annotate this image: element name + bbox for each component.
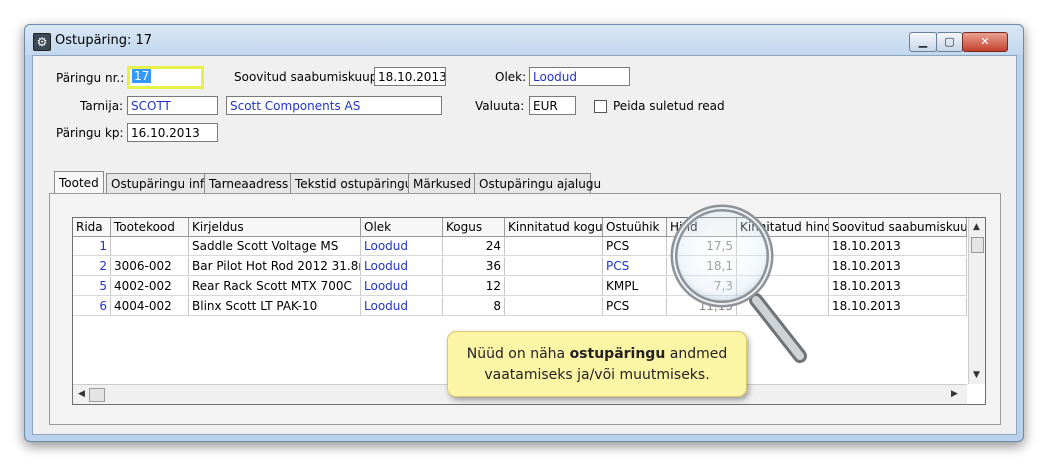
scroll-up-icon[interactable]: ▲ xyxy=(973,222,980,232)
minimize-button[interactable]: ▁ xyxy=(909,32,937,52)
hide-closed-label: Peida suletud read xyxy=(613,99,725,113)
cell-arrival-date[interactable]: 18.10.2013 xyxy=(829,277,967,296)
cell-confirmed-qty[interactable] xyxy=(505,237,603,256)
supplier-label: Tarnija: xyxy=(80,99,124,113)
agreed-arrival-field[interactable]: 18.10.2013 xyxy=(374,67,446,86)
cell-row-no[interactable]: 6 xyxy=(73,297,111,316)
cell-row-no[interactable]: 2 xyxy=(73,257,111,276)
currency-label: Valuuta: xyxy=(475,99,525,113)
maximize-button[interactable]: ▢ xyxy=(936,32,963,52)
supplier-code-field[interactable]: SCOTT xyxy=(127,96,218,115)
callout-text-bold: ostupäringu xyxy=(569,346,666,362)
hint-callout: Nüüd on näha ostupäringu andmed vaatamis… xyxy=(447,331,747,397)
vertical-scrollbar[interactable]: ▲ ▼ xyxy=(968,218,985,384)
cell-confirmed-qty[interactable] xyxy=(505,297,603,316)
cell-price[interactable]: 7,3 xyxy=(667,277,737,296)
col-header-confirmed-qty[interactable]: Kinnitatud kogus xyxy=(505,218,603,237)
tab-delivery-address[interactable]: Tarneaadress xyxy=(204,173,292,194)
cell-confirmed-price[interactable] xyxy=(737,237,829,256)
cell-unit[interactable]: KMPL xyxy=(603,277,667,296)
cell-confirmed-price[interactable] xyxy=(737,277,829,296)
cell-confirmed-price[interactable] xyxy=(737,297,829,316)
supplier-name-field[interactable]: Scott Components AS xyxy=(226,96,442,115)
cell-arrival-date[interactable]: 18.10.2013 xyxy=(829,257,967,276)
cell-row-no[interactable]: 5 xyxy=(73,277,111,296)
app-icon[interactable]: ⚙ xyxy=(33,33,51,51)
cell-quantity[interactable]: 24 xyxy=(443,237,505,256)
cell-arrival-date[interactable]: 18.10.2013 xyxy=(829,237,967,256)
cell-price[interactable]: 17,5 xyxy=(667,237,737,256)
cell-status[interactable]: Loodud xyxy=(361,297,443,316)
tab-products[interactable]: Tooted xyxy=(54,171,104,195)
cell-price[interactable]: 18,1 xyxy=(667,257,737,276)
col-header-row[interactable]: Rida xyxy=(73,218,111,237)
cell-code[interactable]: 3006-002 xyxy=(111,257,189,276)
cell-price[interactable]: 11,15 xyxy=(667,297,737,316)
vertical-scroll-thumb[interactable] xyxy=(971,237,984,253)
title-bar[interactable]: ⚙ Ostupäring: 17 ▁ ▢ ✕ xyxy=(25,25,1023,55)
status-field[interactable]: Loodud xyxy=(529,67,630,86)
cell-code[interactable]: 4004-002 xyxy=(111,297,189,316)
cell-quantity[interactable]: 36 xyxy=(443,257,505,276)
request-date-label: Päringu kp: xyxy=(56,126,124,140)
hide-closed-checkbox[interactable] xyxy=(594,100,607,113)
cell-description[interactable]: Rear Rack Scott MTX 700C xyxy=(189,277,361,296)
col-header-arrival-date[interactable]: Soovitud saabumiskuup. xyxy=(829,218,967,237)
scroll-left-icon[interactable]: ◀ xyxy=(78,389,85,399)
col-header-description[interactable]: Kirjeldus xyxy=(189,218,361,237)
cell-row-no[interactable]: 1 xyxy=(73,237,111,256)
callout-text-prefix: Nüüd on näha xyxy=(466,346,570,362)
scroll-down-icon[interactable]: ▼ xyxy=(973,370,980,380)
cell-description[interactable]: Saddle Scott Voltage MS xyxy=(189,237,361,256)
scroll-right-icon[interactable]: ▶ xyxy=(951,389,958,399)
cell-confirmed-qty[interactable] xyxy=(505,257,603,276)
cell-code[interactable] xyxy=(111,237,189,256)
close-button[interactable]: ✕ xyxy=(962,32,1008,52)
col-header-price[interactable]: Hind xyxy=(667,218,737,237)
cell-confirmed-price[interactable] xyxy=(737,257,829,276)
cell-status[interactable]: Loodud xyxy=(361,277,443,296)
col-header-code[interactable]: Tootekood xyxy=(111,218,189,237)
request-no-field[interactable]: 17 xyxy=(127,66,204,89)
cell-status[interactable]: Loodud xyxy=(361,237,443,256)
cell-status[interactable]: Loodud xyxy=(361,257,443,276)
col-header-unit[interactable]: Ostuühik xyxy=(603,218,667,237)
tab-notes[interactable]: Märkused xyxy=(408,173,476,194)
agreed-arrival-label: Soovitud saabumiskuup.: xyxy=(234,70,386,84)
cell-unit[interactable]: PCS xyxy=(603,237,667,256)
cell-unit[interactable]: PCS xyxy=(603,297,667,316)
request-no-label: Päringu nr.: xyxy=(56,71,125,85)
callout-text-line2: vaatamiseks ja/või muutmiseks. xyxy=(484,367,710,383)
request-date-field[interactable]: 16.10.2013 xyxy=(127,123,218,142)
tab-history[interactable]: Ostupäringu ajalugu xyxy=(474,173,601,194)
cell-quantity[interactable]: 12 xyxy=(443,277,505,296)
callout-text-suffix: andmed xyxy=(665,346,728,362)
cell-unit[interactable]: PCS xyxy=(603,257,667,276)
cell-description[interactable]: Bar Pilot Hot Rod 2012 31.8mm xyxy=(189,257,361,276)
currency-field[interactable]: EUR xyxy=(529,96,576,115)
tab-texts[interactable]: Tekstid ostupäringul xyxy=(290,173,416,194)
col-header-quantity[interactable]: Kogus xyxy=(443,218,505,237)
request-no-value: 17 xyxy=(132,69,152,83)
tab-request-info[interactable]: Ostupäringu info xyxy=(106,173,211,194)
status-label: Olek: xyxy=(495,70,527,84)
window-title: Ostupäring: 17 xyxy=(55,33,153,48)
horizontal-scroll-thumb[interactable] xyxy=(89,388,105,402)
cell-arrival-date[interactable]: 18.10.2013 xyxy=(829,297,967,316)
col-header-status[interactable]: Olek xyxy=(361,218,443,237)
cell-confirmed-qty[interactable] xyxy=(505,277,603,296)
cell-code[interactable]: 4002-002 xyxy=(111,277,189,296)
cell-quantity[interactable]: 8 xyxy=(443,297,505,316)
cell-description[interactable]: Blinx Scott LT PAK-10 xyxy=(189,297,361,316)
col-header-confirmed-price[interactable]: Kinnitatud hind xyxy=(737,218,829,237)
